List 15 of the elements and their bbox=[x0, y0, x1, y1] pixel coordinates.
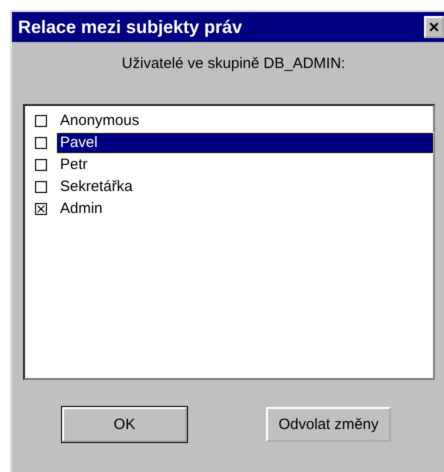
checkbox[interactable] bbox=[35, 181, 47, 193]
checkbox[interactable] bbox=[35, 203, 47, 215]
close-button[interactable]: × bbox=[424, 16, 444, 38]
checkbox[interactable] bbox=[35, 137, 47, 149]
checkbox[interactable] bbox=[35, 159, 47, 171]
user-name[interactable]: Sekretářka bbox=[57, 177, 433, 197]
checkbox[interactable] bbox=[35, 115, 47, 127]
ok-button[interactable]: OK bbox=[62, 407, 187, 442]
group-heading: Uživatelé ve skupině DB_ADMIN: bbox=[120, 54, 346, 74]
cancel-button[interactable]: Odvolat změny bbox=[266, 407, 391, 442]
user-name[interactable]: Pavel bbox=[57, 133, 433, 153]
user-name[interactable]: Admin bbox=[57, 199, 433, 219]
user-name[interactable]: Petr bbox=[57, 155, 433, 175]
window-title: Relace mezi subjekty práv bbox=[18, 16, 242, 38]
user-name[interactable]: Anonymous bbox=[57, 111, 433, 131]
